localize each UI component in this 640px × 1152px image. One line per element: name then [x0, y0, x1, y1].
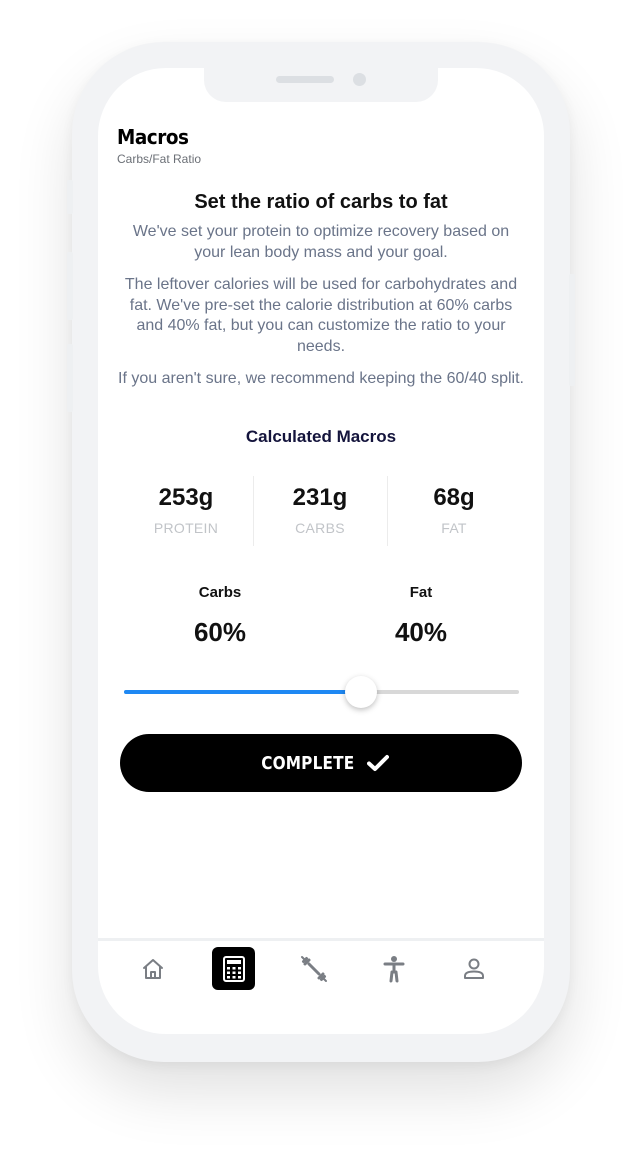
recommendation-paragraph: If you aren't sure, we recommend keeping… — [118, 370, 524, 387]
ratio-slider[interactable] — [124, 676, 519, 708]
intro-paragraph: We've set your protein to optimize recov… — [132, 223, 510, 261]
macro-stat-protein: 253g PROTEIN — [121, 484, 251, 536]
macro-stat-fat: 68g FAT — [389, 484, 519, 536]
complete-button[interactable]: COMPLETE — [120, 734, 522, 792]
front-camera — [353, 73, 366, 86]
slider-fill — [124, 690, 361, 694]
tab-bar-divider — [98, 938, 544, 941]
protein-value: 253g — [158, 484, 214, 511]
phone-side-button — [67, 344, 73, 412]
complete-button-label: COMPLETE — [261, 752, 355, 774]
distribution-paragraph: The leftover calories will be used for c… — [124, 276, 518, 355]
carbs-grams-value: 231g — [292, 484, 348, 511]
fat-ratio-value: 40% — [394, 617, 448, 647]
body-icon — [383, 955, 404, 982]
phone-side-button — [67, 180, 73, 214]
protein-label: PROTEIN — [153, 520, 219, 536]
tab-profile[interactable] — [452, 947, 495, 990]
carbs-ratio-value: 60% — [193, 617, 247, 647]
slider-thumb[interactable] — [345, 676, 377, 708]
carbs-ratio-label: Carbs — [198, 584, 242, 601]
section-heading: Set the ratio of carbs to fat — [194, 191, 448, 213]
phone-side-button — [569, 274, 575, 386]
calculated-macros-title: Calculated Macros — [245, 427, 397, 446]
divider — [253, 476, 254, 546]
carbs-grams-label: CARBS — [295, 520, 345, 536]
dumbbell-icon — [300, 955, 327, 982]
home-icon — [142, 958, 163, 979]
fat-grams-label: FAT — [441, 520, 467, 536]
phone-notch — [204, 68, 438, 102]
profile-icon — [463, 958, 484, 979]
checkmark-icon — [366, 755, 389, 771]
tab-home[interactable] — [131, 947, 174, 990]
tab-calculator[interactable] — [212, 947, 255, 990]
calculator-icon — [222, 955, 245, 982]
fat-grams-value: 68g — [433, 484, 475, 511]
speaker-grille — [276, 76, 334, 83]
page-title: Macros — [117, 125, 189, 149]
macro-stat-carbs: 231g CARBS — [255, 484, 385, 536]
page-subtitle: Carbs/Fat Ratio — [117, 152, 202, 166]
tab-workouts[interactable] — [292, 947, 335, 990]
fat-ratio-label: Fat — [409, 584, 433, 601]
divider — [387, 476, 388, 546]
tab-body[interactable] — [372, 947, 415, 990]
phone-side-button — [67, 252, 73, 320]
